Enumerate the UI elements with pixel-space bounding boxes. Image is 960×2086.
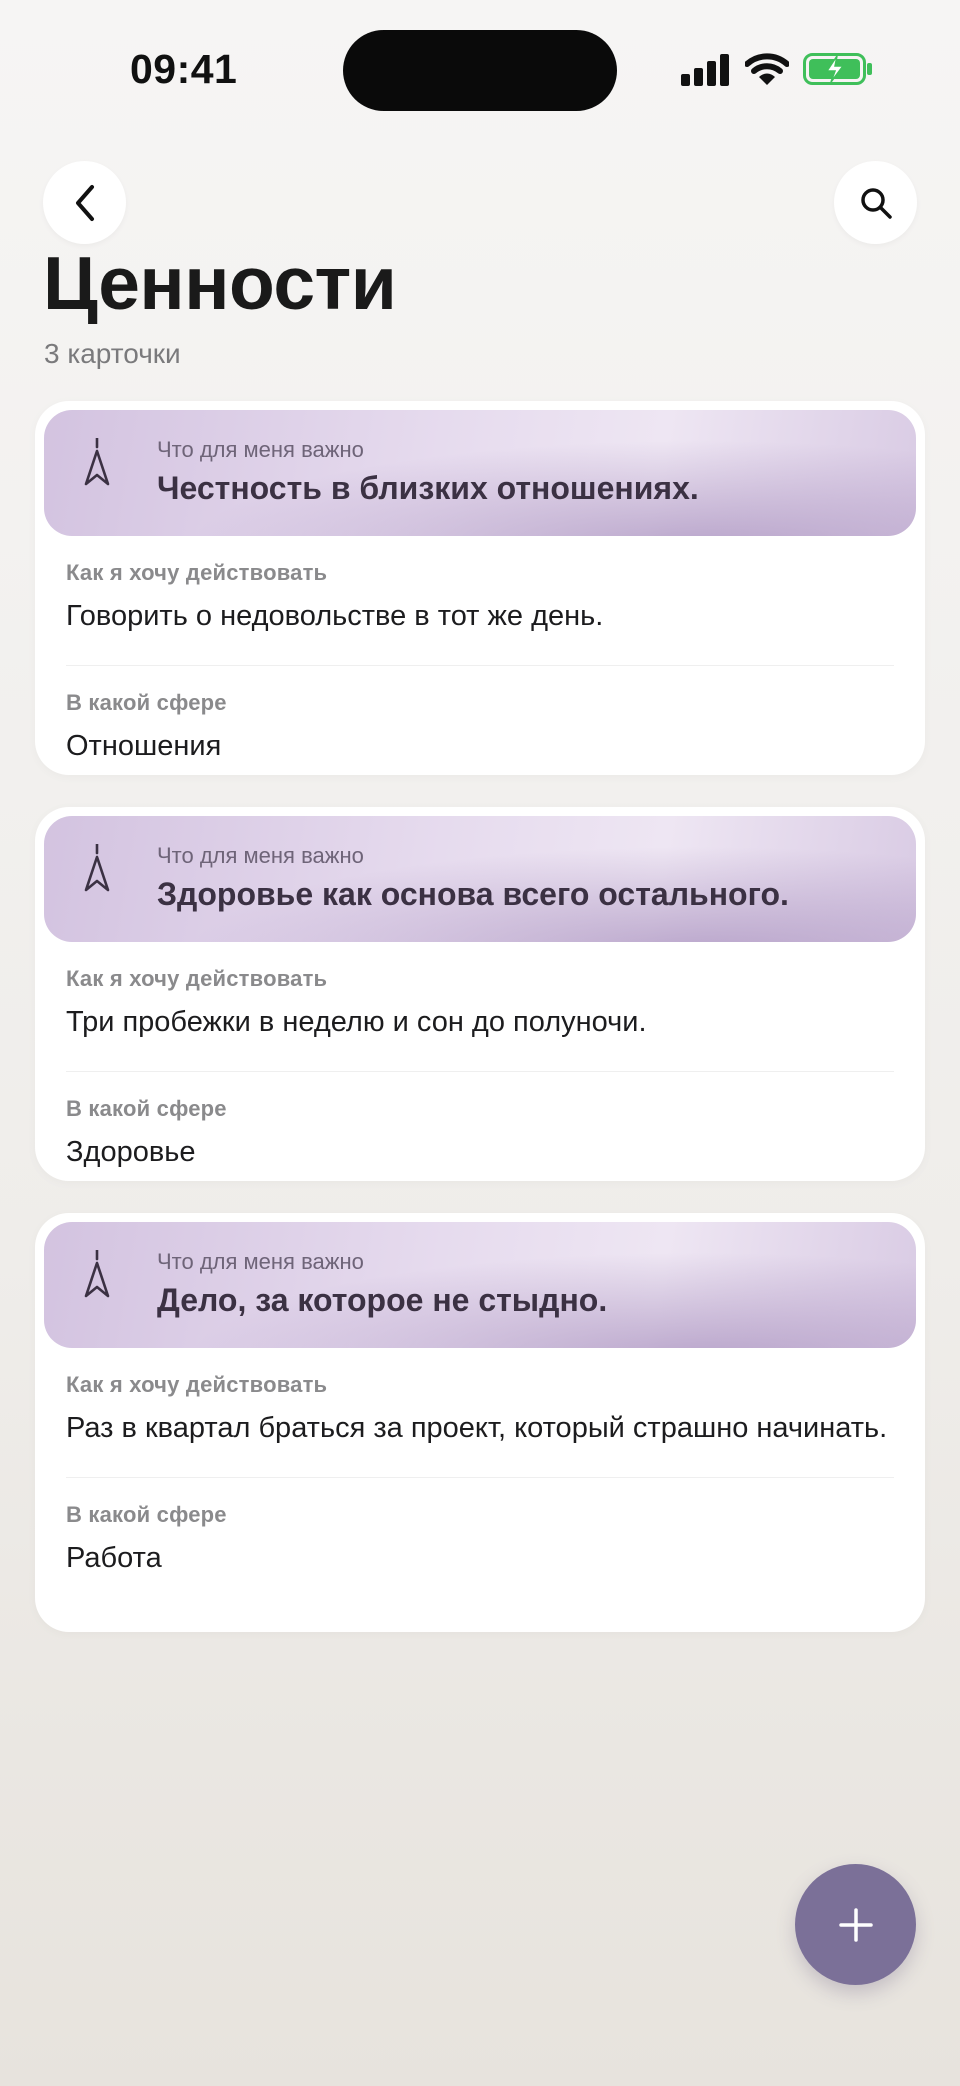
compass-icon — [84, 1250, 110, 1298]
action-field: Как я хочу действовать Раз в квартал бра… — [66, 1348, 894, 1477]
value-card-header: Что для меня важно Дело, за которое не с… — [44, 1222, 916, 1348]
sphere-value: Отношения — [66, 729, 222, 762]
sphere-field: В какой сфере Работа — [66, 1476, 894, 1607]
sphere-label: В какой сфере — [66, 689, 227, 715]
status-bar: 09:41 — [0, 0, 960, 140]
action-value: Три пробежки в неделю и сон до полуночи. — [66, 1006, 647, 1038]
important-value: Честность в близких отношениях. — [157, 470, 699, 506]
chevron-left-icon — [75, 184, 94, 221]
action-value: Говорить о недовольстве в тот же день. — [66, 600, 604, 632]
sphere-label: В какой сфере — [66, 1501, 227, 1527]
page-title: Ценности — [43, 241, 397, 325]
action-field: Как я хочу действовать Три пробежки в не… — [66, 942, 894, 1071]
action-field: Как я хочу действовать Говорить о недово… — [66, 536, 894, 665]
plus-icon — [838, 1907, 873, 1942]
action-value: Раз в квартал браться за проект, который… — [66, 1412, 888, 1444]
value-card[interactable]: Что для меня важно Здоровье как основа в… — [35, 807, 925, 1181]
battery-charging-icon — [803, 53, 872, 85]
action-label: Как я хочу действовать — [66, 966, 328, 991]
value-card-header: Что для меня важно Здоровье как основа в… — [44, 816, 916, 942]
sphere-label: В какой сфере — [66, 1095, 227, 1121]
important-label: Что для меня важно — [157, 1249, 364, 1274]
value-card[interactable]: Что для меня важно Дело, за которое не с… — [35, 1213, 925, 1632]
add-card-button[interactable] — [795, 1864, 916, 1985]
important-label: Что для меня важно — [157, 437, 364, 462]
compass-icon — [84, 438, 110, 486]
sphere-value: Здоровье — [66, 1135, 196, 1168]
sphere-value: Работа — [66, 1541, 162, 1574]
status-time: 09:41 — [130, 46, 238, 92]
page-subtitle: 3 карточки — [44, 338, 181, 369]
back-button[interactable] — [43, 161, 126, 244]
sphere-field: В какой сфере Отношения — [66, 664, 894, 795]
action-label: Как я хочу действовать — [66, 1372, 328, 1397]
value-card[interactable]: Что для меня важно Честность в близких о… — [35, 401, 925, 775]
dynamic-island — [343, 30, 617, 111]
important-value: Дело, за которое не стыдно. — [157, 1282, 608, 1318]
important-label: Что для меня важно — [157, 843, 364, 868]
sphere-field: В какой сфере Здоровье — [66, 1070, 894, 1201]
compass-icon — [84, 844, 110, 892]
important-value: Здоровье как основа всего остального. — [157, 876, 789, 912]
cellular-signal-icon — [681, 54, 729, 86]
search-icon — [860, 187, 892, 219]
value-card-header: Что для меня важно Честность в близких о… — [44, 410, 916, 536]
wifi-icon — [745, 53, 789, 85]
search-button[interactable] — [834, 161, 917, 244]
action-label: Как я хочу действовать — [66, 560, 328, 585]
